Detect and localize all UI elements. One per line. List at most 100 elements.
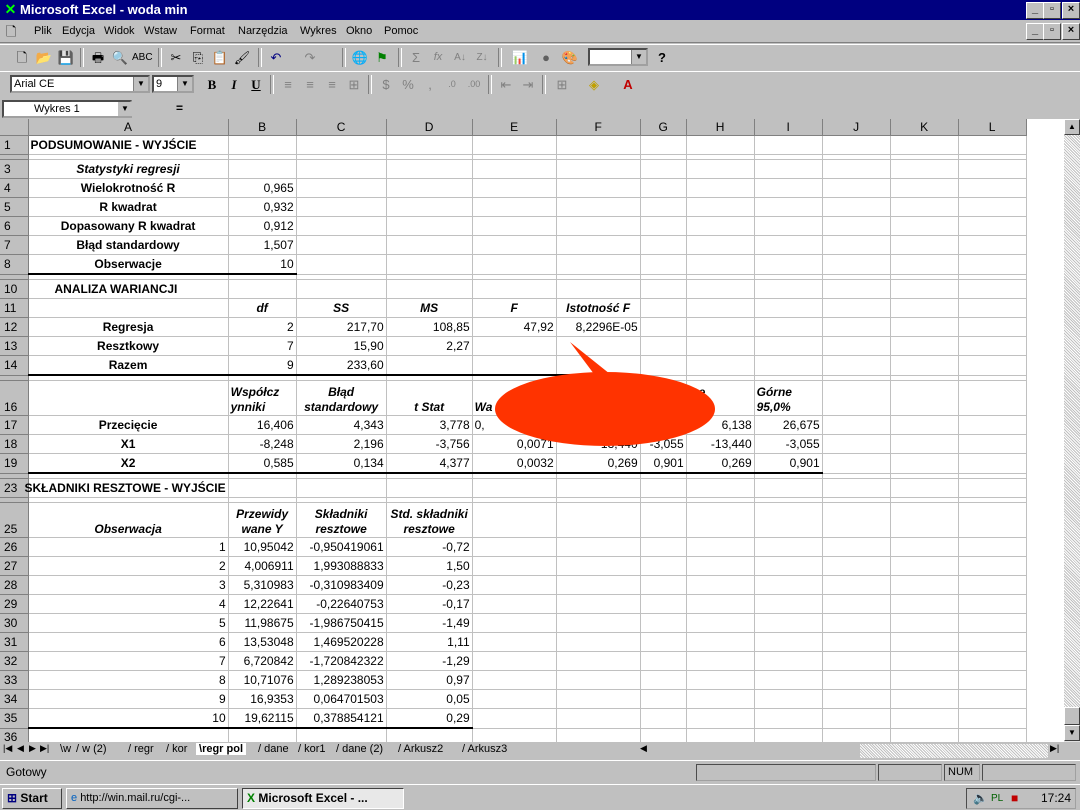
coef-upper[interactable]: 0,901 [754, 453, 823, 474]
resid-pred[interactable]: 11,98675 [228, 613, 297, 633]
stat-label[interactable]: R kwadrat [28, 197, 229, 217]
coef-std-err[interactable]: 0,134 [296, 453, 387, 474]
row-header[interactable]: 17 [0, 415, 29, 435]
print-preview-icon[interactable]: 🔍 [110, 48, 130, 67]
resid-pred[interactable]: 5,310983 [228, 575, 297, 595]
anova-header-ms[interactable]: MS [386, 298, 473, 318]
anova-title[interactable]: ANALIZA WARIANCJI [28, 279, 229, 299]
resid-std[interactable]: -0,17 [386, 594, 473, 614]
open-folder-icon[interactable]: 📂 [34, 48, 54, 67]
vertical-scrollbar[interactable]: ▲ ▼ [1064, 119, 1080, 742]
increase-decimal-icon[interactable]: .0 [442, 75, 462, 94]
italic-button[interactable]: I [224, 75, 244, 94]
sheet-tab[interactable]: / kor1 [298, 743, 326, 755]
col-header[interactable]: I [754, 119, 823, 136]
col-header[interactable]: L [958, 119, 1027, 136]
map-icon[interactable]: ● [536, 48, 556, 67]
row-header[interactable]: 11 [0, 298, 29, 318]
row-header[interactable]: 36 [0, 728, 29, 742]
chart-wizard-icon[interactable]: 📊 [510, 48, 530, 67]
red-callout-shape[interactable] [490, 339, 720, 449]
resid-val[interactable]: 1,289238053 [296, 670, 387, 690]
col-header[interactable]: E [472, 119, 557, 136]
coef-lower95[interactable]: 0,269 [556, 453, 641, 474]
language-icon[interactable]: PL [991, 789, 1003, 808]
resid-obs[interactable]: 1 [28, 537, 229, 557]
taskbar-ie-button[interactable]: e http://win.mail.ru/cgi-... [66, 788, 238, 809]
last-sheet-icon[interactable]: ▶| [40, 743, 49, 754]
save-icon[interactable]: 💾 [56, 48, 76, 67]
align-left-icon[interactable]: ≡ [278, 75, 298, 94]
anova-header-f[interactable]: F [472, 298, 557, 318]
resid-pred[interactable]: 4,006911 [228, 556, 297, 576]
anova-df[interactable]: 7 [228, 336, 297, 356]
menu-edit[interactable]: Edycja [62, 25, 95, 37]
menu-insert[interactable]: Wstaw [144, 25, 177, 37]
sheet-tab[interactable]: / regr [128, 743, 154, 755]
row-header[interactable]: 31 [0, 632, 29, 652]
anova-ms[interactable]: 2,27 [386, 336, 473, 356]
chevron-down-icon[interactable]: ▼ [631, 50, 646, 64]
comma-icon[interactable]: , [420, 75, 440, 94]
resid-val[interactable]: -0,310983409 [296, 575, 387, 595]
anova-ms[interactable]: 108,85 [386, 317, 473, 337]
scroll-down-arrow-icon[interactable]: ▼ [1064, 725, 1080, 741]
col-header[interactable]: K [890, 119, 959, 136]
resid-obs[interactable]: 8 [28, 670, 229, 690]
resid-pred[interactable]: 12,22641 [228, 594, 297, 614]
scroll-up-arrow-icon[interactable]: ▲ [1064, 119, 1080, 135]
stats-header[interactable]: Statystyki regresji [28, 159, 229, 179]
taskbar-excel-button[interactable]: X Microsoft Excel - ... [242, 788, 404, 809]
stat-label[interactable]: Błąd standardowy [28, 235, 229, 255]
cut-icon[interactable]: ✂ [166, 48, 186, 67]
resid-header-predicted[interactable]: Przewidy wane Y [228, 502, 297, 538]
prev-sheet-icon[interactable]: ◀ [17, 743, 24, 754]
row-header[interactable]: 14 [0, 355, 29, 376]
resid-obs[interactable]: 2 [28, 556, 229, 576]
col-header[interactable]: J [822, 119, 891, 136]
paste-icon[interactable]: 📋 [210, 48, 230, 67]
redo-icon[interactable]: ↷ [300, 48, 320, 67]
stat-value[interactable]: 0,965 [228, 178, 297, 198]
row-header[interactable]: 27 [0, 556, 29, 576]
row-header[interactable]: 1 [0, 135, 29, 155]
resid-std[interactable]: 1,11 [386, 632, 473, 652]
resid-obs[interactable]: 3 [28, 575, 229, 595]
stat-value[interactable]: 10 [228, 254, 297, 275]
decrease-decimal-icon[interactable]: .00 [464, 75, 484, 94]
fill-color-icon[interactable]: ◈ [584, 75, 604, 94]
font-size-combo[interactable]: 9 ▼ [152, 75, 194, 93]
drawing-icon[interactable]: 🎨 [560, 48, 580, 67]
resid-std[interactable]: 0,05 [386, 689, 473, 709]
summary-title[interactable]: PODSUMOWANIE - WYJŚCIE [28, 135, 229, 155]
row-header[interactable]: 6 [0, 216, 29, 236]
bold-button[interactable]: B [202, 75, 222, 94]
resid-std[interactable]: 0,97 [386, 670, 473, 690]
stat-value[interactable]: 0,932 [228, 197, 297, 217]
anova-sig[interactable]: 8,2296E-05 [556, 317, 641, 337]
zoom-combo[interactable]: ▼ [588, 48, 648, 66]
new-file-icon[interactable]: 🗋 [12, 48, 32, 67]
increase-indent-icon[interactable]: ⇥ [518, 75, 538, 94]
col-header[interactable]: A [28, 119, 229, 136]
row-header[interactable]: 7 [0, 235, 29, 255]
minimize-button[interactable]: _ [1026, 2, 1044, 19]
print-icon[interactable]: 🖶 [88, 48, 108, 67]
anova-df[interactable]: 2 [228, 317, 297, 337]
col-header[interactable]: C [296, 119, 387, 136]
restore-button[interactable]: ▫ [1043, 2, 1061, 19]
coef-header-upper[interactable]: Górne 95,0% [754, 380, 823, 416]
sheet-tab[interactable]: / Arkusz2 [398, 743, 443, 755]
sheet-tab[interactable]: / w (2) [76, 743, 107, 755]
row-header[interactable]: 23 [0, 478, 29, 498]
resid-header-std-residuals[interactable]: Std. składniki resztowe [386, 502, 473, 538]
first-sheet-icon[interactable]: |◀ [3, 743, 12, 754]
document-icon[interactable]: 🗋 [6, 23, 16, 45]
doc-restore-button[interactable]: ▫ [1043, 23, 1061, 40]
anova-row-label[interactable]: Regresja [28, 317, 229, 337]
row-header[interactable]: 8 [0, 254, 29, 275]
resid-obs[interactable]: 7 [28, 651, 229, 671]
resid-val[interactable]: -1,986750415 [296, 613, 387, 633]
scroll-track[interactable] [1064, 135, 1080, 707]
hscroll-right-icon[interactable]: ▶| [1050, 743, 1059, 754]
